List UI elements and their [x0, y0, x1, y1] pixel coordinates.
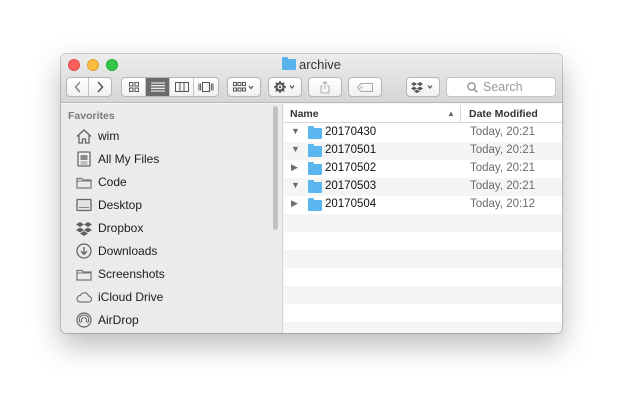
finder-window: archive Search Favorites wim All My File… — [61, 54, 562, 333]
sidebar-item-label: AirDrop — [98, 313, 139, 327]
sidebar-item-label: Screenshots — [98, 267, 165, 281]
folder-icon — [308, 198, 322, 211]
view-mode-control — [121, 77, 219, 97]
sidebar-item-desktop[interactable]: Desktop — [76, 195, 142, 215]
sidebar-item-downloads[interactable]: Downloads — [76, 241, 157, 261]
share-icon — [320, 80, 330, 93]
row-name: 20170501 — [325, 144, 377, 156]
back-button[interactable] — [67, 78, 89, 96]
sidebar-item-label: Dropbox — [98, 221, 144, 235]
desktop-icon — [76, 197, 92, 213]
column-header-row: Name ▲ Date Modified — [284, 104, 562, 123]
empty-row — [284, 250, 562, 268]
arrange-button[interactable] — [227, 77, 261, 97]
list-view-button[interactable] — [146, 78, 170, 96]
gear-icon — [274, 81, 295, 93]
row-name: 20170504 — [325, 198, 377, 210]
arrange-icon — [233, 82, 254, 92]
sidebar-item-label: iCloud Drive — [98, 290, 164, 304]
row-date: Today, 20:12 — [470, 198, 536, 210]
cover-flow-icon — [198, 82, 214, 92]
sidebar-item-label: wim — [98, 129, 120, 143]
share-button[interactable] — [308, 77, 342, 97]
search-placeholder: Search — [483, 80, 523, 94]
column-divider[interactable] — [460, 105, 461, 122]
tags-button[interactable] — [348, 77, 382, 97]
forward-button[interactable] — [89, 78, 111, 96]
sidebar-item-label: Code — [98, 175, 127, 189]
folder-icon — [308, 126, 322, 139]
folder-icon — [308, 162, 322, 175]
sidebar-item-label: Downloads — [98, 244, 158, 258]
dropbox-icon — [411, 82, 433, 93]
empty-row — [284, 322, 562, 333]
window-title-text: archive — [299, 57, 341, 72]
airdrop-icon — [76, 312, 92, 328]
icon-view-icon — [128, 82, 139, 92]
empty-row — [284, 214, 562, 232]
dropbox-icon — [76, 220, 92, 236]
window-title: archive — [61, 57, 562, 72]
home-icon — [76, 128, 92, 144]
folder-icon — [76, 174, 92, 190]
sidebar-scrollbar[interactable] — [273, 106, 278, 230]
sidebar-item-code[interactable]: Code — [76, 172, 127, 192]
chevron-right-icon — [97, 81, 104, 93]
row-date: Today, 20:21 — [470, 180, 536, 192]
sidebar-heading-favorites: Favorites — [68, 110, 115, 122]
disclosure-expanded-icon[interactable]: ▼ — [291, 126, 300, 136]
row-name: 20170430 — [325, 126, 377, 138]
sidebar-item-all-my-files[interactable]: All My Files — [76, 149, 159, 169]
column-header-name[interactable]: Name — [290, 108, 319, 120]
sidebar-item-icloud-drive[interactable]: iCloud Drive — [76, 287, 163, 307]
column-header-date-modified[interactable]: Date Modified — [469, 108, 538, 120]
column-view-button[interactable] — [170, 78, 194, 96]
sidebar-item-wim[interactable]: wim — [76, 126, 119, 146]
sidebar-item-label: Desktop — [98, 198, 143, 212]
sidebar-item-dropbox[interactable]: Dropbox — [76, 218, 143, 238]
downloads-icon — [76, 243, 92, 259]
search-icon — [467, 82, 478, 93]
folder-icon — [308, 144, 322, 157]
cloud-icon — [76, 289, 92, 305]
folder-icon — [76, 266, 92, 282]
row-date: Today, 20:21 — [470, 162, 536, 174]
all-files-icon — [76, 151, 92, 167]
table-row[interactable]: ▼ 20170501 Today, 20:21 — [284, 142, 562, 160]
column-view-icon — [174, 82, 189, 92]
row-name: 20170502 — [325, 162, 377, 174]
disclosure-expanded-icon[interactable]: ▼ — [291, 180, 300, 190]
action-button[interactable] — [268, 77, 302, 97]
search-field[interactable]: Search — [446, 77, 556, 97]
list-view-icon — [150, 82, 165, 92]
row-name: 20170503 — [325, 180, 377, 192]
icon-view-button[interactable] — [122, 78, 146, 96]
row-date: Today, 20:21 — [470, 144, 536, 156]
sidebar-item-airdrop[interactable]: AirDrop — [76, 310, 139, 330]
chevron-left-icon — [73, 81, 81, 93]
table-row[interactable]: ▼ 20170503 Today, 20:21 — [284, 178, 562, 196]
sort-ascending-icon: ▲ — [447, 109, 455, 118]
table-row[interactable]: ▼ 20170430 Today, 20:21 — [284, 124, 562, 142]
gallery-view-button[interactable] — [194, 78, 218, 96]
table-row[interactable]: ▶ 20170502 Today, 20:21 — [284, 160, 562, 178]
sidebar: Favorites wim All My Files Code Desktop … — [61, 104, 283, 333]
empty-row — [284, 286, 562, 304]
dropbox-menu-button[interactable] — [406, 77, 440, 97]
file-list: Name ▲ Date Modified ▼ 20170430 Today, 2… — [284, 104, 562, 333]
nav-buttons — [66, 77, 112, 97]
titlebar: archive Search — [61, 54, 562, 103]
sidebar-item-screenshots[interactable]: Screenshots — [76, 264, 165, 284]
row-date: Today, 20:21 — [470, 126, 536, 138]
folder-icon — [308, 180, 322, 193]
disclosure-expanded-icon[interactable]: ▼ — [291, 144, 300, 154]
table-row[interactable]: ▶ 20170504 Today, 20:12 — [284, 196, 562, 214]
disclosure-collapsed-icon[interactable]: ▶ — [291, 162, 298, 173]
tag-icon — [357, 82, 373, 92]
folder-icon — [282, 57, 297, 70]
disclosure-collapsed-icon[interactable]: ▶ — [291, 198, 298, 209]
sidebar-item-label: All My Files — [98, 152, 160, 166]
